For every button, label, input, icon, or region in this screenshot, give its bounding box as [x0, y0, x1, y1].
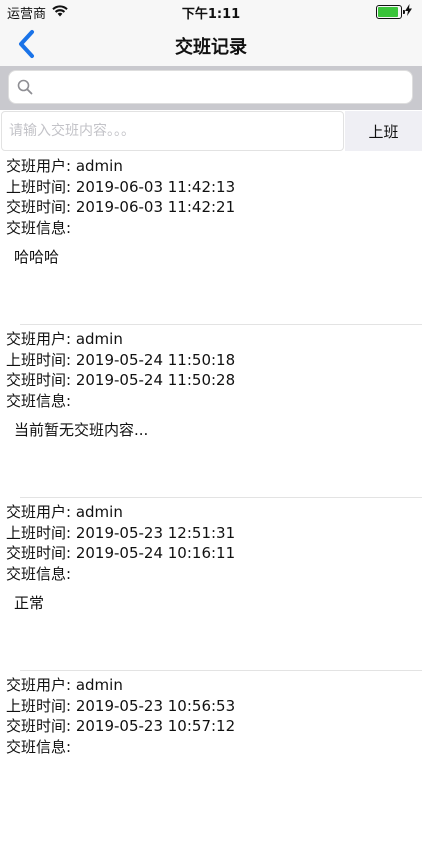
search-field[interactable] [8, 70, 413, 104]
battery-icon [376, 5, 405, 19]
record-item: 交班用户: admin 上班时间: 2019-05-23 10:56:53 交班… [0, 673, 422, 846]
status-bar: 运营商 下午1:11 [0, 0, 422, 22]
record-user: 交班用户: admin [6, 157, 123, 175]
record-list: 交班用户: admin 上班时间: 2019-06-03 11:42:13 交班… [0, 154, 422, 846]
handover-content-input[interactable] [1, 111, 344, 151]
record-end-time: 交班时间: 2019-05-24 11:50:28 [6, 371, 236, 389]
record-start-time: 上班时间: 2019-06-03 11:42:13 [6, 177, 236, 196]
battery-fill [378, 7, 399, 17]
record-user: 交班用户: admin [6, 676, 123, 694]
record-start-time: 上班时间: 2019-05-24 11:50:18 [6, 350, 236, 369]
record-info-label: 交班信息: [6, 737, 72, 756]
record-separator [20, 324, 422, 325]
handover-row: 上班 [0, 110, 422, 152]
navigation-bar: 交班记录 [0, 22, 422, 67]
record-message: 哈哈哈 [14, 248, 60, 266]
record-item: 交班用户: admin 上班时间: 2019-06-03 11:42:13 交班… [0, 154, 422, 327]
record-end-time: 交班时间: 2019-05-23 10:57:12 [6, 717, 236, 735]
battery-cap [403, 10, 405, 14]
record-end-time: 交班时间: 2019-06-03 11:42:21 [6, 198, 236, 216]
record-info-label: 交班信息: [6, 391, 72, 410]
record-end-time: 交班时间: 2019-05-24 10:16:11 [6, 544, 236, 562]
record-user: 交班用户: admin [6, 503, 123, 521]
status-right [376, 4, 412, 20]
page-title: 交班记录 [175, 37, 247, 58]
on-duty-button[interactable]: 上班 [345, 111, 422, 151]
search-bar [0, 66, 422, 110]
search-icon [17, 79, 33, 99]
search-input[interactable] [39, 73, 403, 103]
record-item: 交班用户: admin 上班时间: 2019-05-23 12:51:31 交班… [0, 500, 422, 673]
record-start-time: 上班时间: 2019-05-23 10:56:53 [6, 696, 236, 715]
record-start-time: 上班时间: 2019-05-23 12:51:31 [6, 523, 236, 542]
record-separator [20, 497, 422, 498]
record-user: 交班用户: admin [6, 330, 123, 348]
record-separator [20, 670, 422, 671]
record-message: 正常 [14, 594, 45, 612]
record-info-label: 交班信息: [6, 218, 72, 237]
record-message: 当前暂无交班内容... [14, 421, 149, 439]
status-time: 下午1:11 [181, 7, 241, 22]
charging-bolt-icon [405, 4, 412, 20]
record-info-label: 交班信息: [6, 564, 72, 583]
record-item: 交班用户: admin 上班时间: 2019-05-24 11:50:18 交班… [0, 327, 422, 500]
